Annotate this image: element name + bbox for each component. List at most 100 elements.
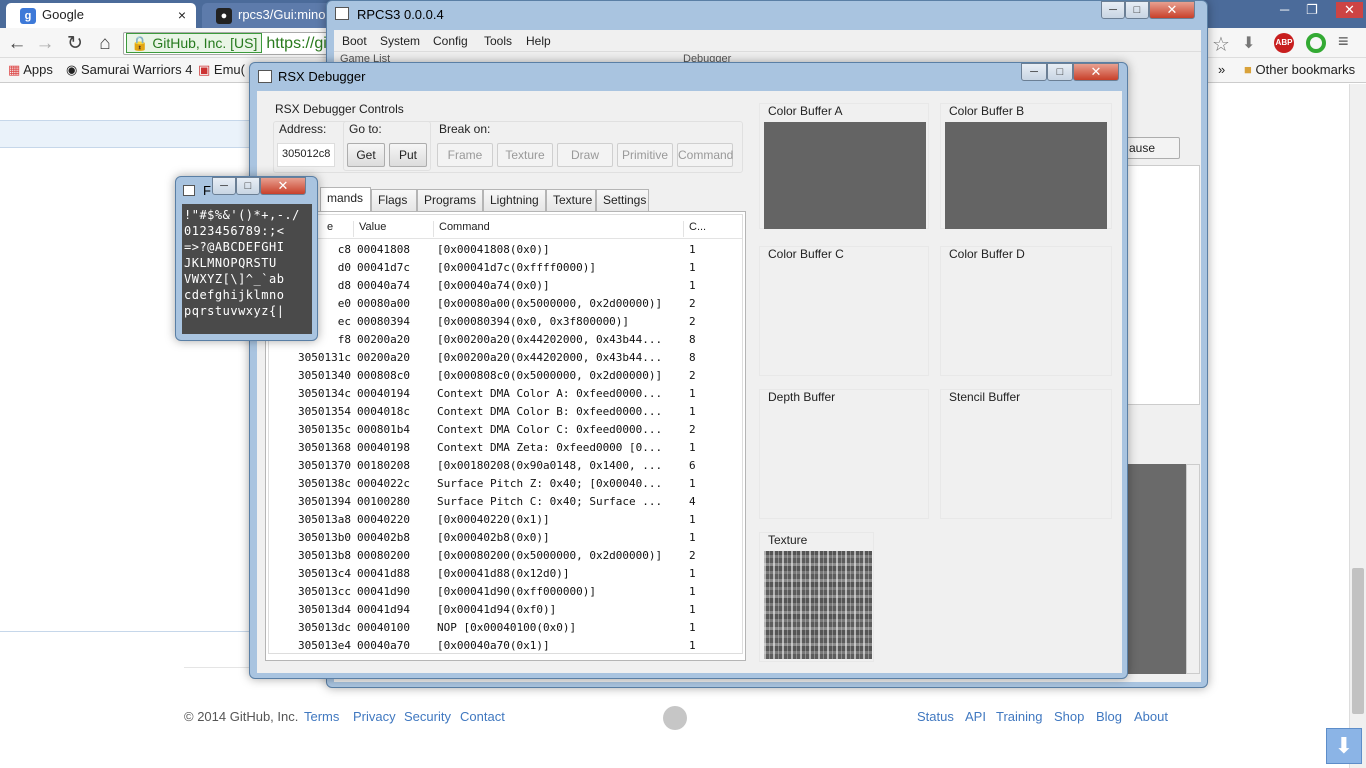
menu-help[interactable]: Help [526, 34, 551, 48]
table-row[interactable]: 3050131c 00200a20 [0x00200a20(0x44202000, … [269, 349, 742, 367]
column-value[interactable]: Value [359, 221, 386, 233]
footer-link-training[interactable]: Training [996, 709, 1042, 724]
font-glyph-lines: !"#$%&'()*+,-./ 0123456789:;< =>?@ABCDEFGH… [184, 207, 310, 319]
table-row[interactable]: 305013d4 00041d94 [0x00041d94(0xf0)] 1 [269, 601, 742, 619]
cell-command: Context DMA Color A: 0xfeed0000... [437, 387, 663, 400]
minimize-icon[interactable]: ─ [1101, 1, 1125, 19]
get-button[interactable]: Get [347, 143, 385, 167]
close-icon[interactable]: ✕ [1149, 1, 1195, 19]
bookmark-apps[interactable]: ▦ Apps [8, 62, 53, 78]
table-row[interactable]: ec 00080394 [0x00080394(0x0, 0x3f800000)] 2 [269, 313, 742, 331]
table-row[interactable]: 30501370 00180208 [0x00180208(0x90a0148, 0… [269, 457, 742, 475]
maximize-icon[interactable]: □ [1047, 63, 1073, 81]
column-command[interactable]: Command [439, 221, 490, 233]
footer-link-terms[interactable]: Terms [304, 709, 339, 724]
restore-icon[interactable]: ❐ [1306, 2, 1318, 18]
color-buffer-b-image[interactable] [945, 122, 1107, 229]
address-input[interactable]: 305012c8 [277, 143, 335, 167]
menu-config[interactable]: Config [433, 34, 468, 48]
texture-image[interactable] [764, 551, 872, 659]
table-row[interactable]: 30501354 0004018c Context DMA Color B: 0xf… [269, 403, 742, 421]
column-divider [353, 221, 354, 237]
table-row[interactable]: 305013c4 00041d88 [0x00041d88(0x12d0)] 1 [269, 565, 742, 583]
table-row[interactable]: d0 00041d7c [0x00041d7c(0xffff0000)] 1 [269, 259, 742, 277]
log-scrollbar[interactable] [1186, 464, 1200, 674]
tab-lightning[interactable]: Lightning [483, 189, 546, 211]
cell-value: 0004022c [357, 477, 410, 490]
table-row[interactable]: 305013dc 00040100 NOP [0x00040100(0x0)] 1 [269, 619, 742, 637]
minimize-icon[interactable]: ─ [1021, 63, 1047, 81]
table-row[interactable]: 305013cc 00041d90 [0x00041d90(0xff000000)]… [269, 583, 742, 601]
table-row[interactable]: 305013a8 00040220 [0x00040220(0x1)] 1 [269, 511, 742, 529]
column-address[interactable]: e [327, 221, 333, 233]
tab-commands[interactable]: mands [320, 187, 371, 211]
table-row[interactable]: 30501368 00040198 Context DMA Zeta: 0xfeed… [269, 439, 742, 457]
tab-github[interactable]: ● rpcs3/Gui:minor gi [202, 3, 332, 28]
footer-link-api[interactable]: API [965, 709, 986, 724]
footer-link-shop[interactable]: Shop [1054, 709, 1084, 724]
column-count[interactable]: C... [689, 221, 706, 233]
tab-texture[interactable]: Texture [546, 189, 596, 211]
minimize-icon[interactable]: ─ [212, 177, 236, 195]
table-row[interactable]: 305013b8 00080200 [0x00080200(0x5000000, 0… [269, 547, 742, 565]
tab-google[interactable]: g Google × [6, 3, 196, 28]
table-row[interactable]: d8 00040a74 [0x00040a74(0x0)] 1 [269, 277, 742, 295]
table-row[interactable]: 3050138c 0004022c Surface Pitch Z: 0x40; [… [269, 475, 742, 493]
footer-link-blog[interactable]: Blog [1096, 709, 1122, 724]
table-row[interactable]: 30501340 000808c0 [0x000808c0(0x5000000, 0… [269, 367, 742, 385]
footer-link-security[interactable]: Security [404, 709, 451, 724]
minimize-icon[interactable]: ─ [1280, 2, 1289, 17]
bookmark-emu[interactable]: ▣ Emu( [198, 62, 245, 78]
menu-boot[interactable]: Boot [342, 34, 367, 48]
tab-flags[interactable]: Flags [371, 189, 417, 211]
footer-link-privacy[interactable]: Privacy [353, 709, 396, 724]
color-buffer-a-image[interactable] [764, 122, 926, 229]
pause-button[interactable]: ause [1124, 137, 1180, 159]
footer-link-status[interactable]: Status [917, 709, 954, 724]
cell-address: 30501368 [298, 441, 351, 454]
extension-icon[interactable] [1306, 33, 1326, 53]
break-texture-button[interactable]: Texture [497, 143, 553, 167]
break-primitive-button[interactable]: Primitive [617, 143, 673, 167]
table-row[interactable]: 3050134c 00040194 Context DMA Color A: 0xf… [269, 385, 742, 403]
maximize-icon[interactable]: □ [236, 177, 260, 195]
download-arrow-icon[interactable]: ⬇ [1326, 728, 1362, 764]
star-icon[interactable]: ☆ [1212, 32, 1230, 57]
table-row[interactable]: c8 00041808 [0x00041808(0x0)] 1 [269, 241, 742, 259]
break-command-button[interactable]: Command [677, 143, 733, 167]
close-icon[interactable]: ✕ [260, 177, 306, 195]
table-row[interactable]: 30501394 00100280 Surface Pitch C: 0x40; S… [269, 493, 742, 511]
footer-link-about[interactable]: About [1134, 709, 1168, 724]
table-row[interactable]: f8 00200a20 [0x00200a20(0x44202000, 0x43b4… [269, 331, 742, 349]
reload-icon[interactable]: ↻ [64, 33, 86, 55]
tab-settings[interactable]: Settings [596, 189, 649, 211]
forward-icon[interactable]: → [34, 33, 56, 55]
bookmark-samurai[interactable]: ◉ Samurai Warriors 4 [66, 62, 192, 78]
close-icon[interactable]: ✕ [1336, 2, 1363, 18]
break-draw-button[interactable]: Draw [557, 143, 613, 167]
close-tab-icon[interactable]: × [178, 7, 186, 23]
back-icon[interactable]: ← [6, 33, 28, 55]
footer-link-contact[interactable]: Contact [460, 709, 505, 724]
break-frame-button[interactable]: Frame [437, 143, 493, 167]
bookmarks-overflow[interactable]: » [1218, 62, 1225, 77]
page-scrollbar[interactable] [1349, 84, 1366, 768]
maximize-icon[interactable]: □ [1125, 1, 1149, 19]
table-row[interactable]: 305013b0 000402b8 [0x000402b8(0x0)] 1 [269, 529, 742, 547]
put-button[interactable]: Put [389, 143, 427, 167]
menu-tools[interactable]: Tools [484, 34, 512, 48]
menu-system[interactable]: System [380, 34, 420, 48]
page-scrollbar-thumb[interactable] [1352, 568, 1364, 714]
cell-command: [0x00041d94(0xf0)] [437, 603, 557, 616]
close-icon[interactable]: ✕ [1073, 63, 1119, 81]
adblock-icon[interactable]: ABP [1274, 33, 1294, 53]
table-row[interactable]: 3050135c 000801b4 Context DMA Color C: 0xf… [269, 421, 742, 439]
table-row[interactable]: 305013e4 00040a70 [0x00040a70(0x1)] 1 [269, 637, 742, 653]
bookmark-other[interactable]: ■ Other bookmarks [1244, 62, 1355, 77]
home-icon[interactable]: ⌂ [94, 33, 116, 55]
menu-icon[interactable]: ≡ [1338, 31, 1349, 52]
github-logo-icon[interactable] [663, 706, 687, 730]
download-icon[interactable]: ⬇ [1242, 33, 1255, 53]
table-row[interactable]: e0 00080a00 [0x00080a00(0x5000000, 0x2d000… [269, 295, 742, 313]
tab-programs[interactable]: Programs [417, 189, 483, 211]
